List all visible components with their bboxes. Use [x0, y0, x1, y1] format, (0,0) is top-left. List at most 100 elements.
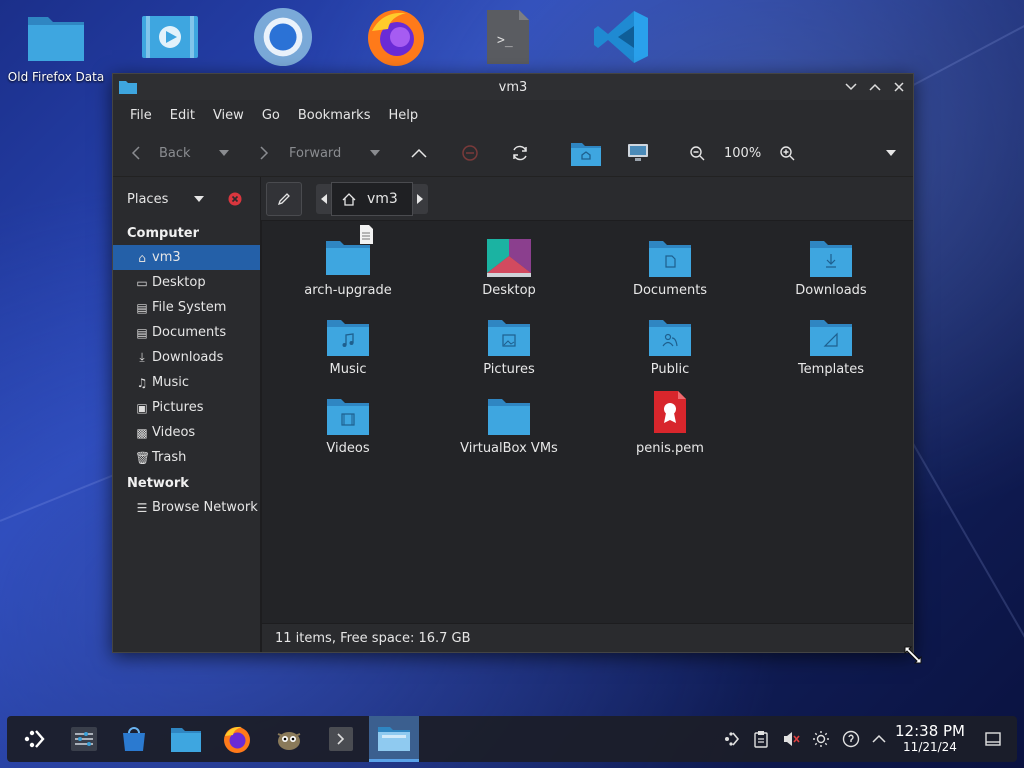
file-item-arch-upgrade[interactable]: arch-upgrade: [278, 225, 418, 298]
home-icon: ⌂: [138, 250, 146, 265]
zoom-in-button[interactable]: [779, 145, 795, 161]
back-history-dropdown[interactable]: [219, 150, 229, 156]
chevron-down-icon: [845, 83, 857, 91]
computer-button[interactable]: [627, 143, 649, 163]
caret-down-icon: [194, 196, 205, 202]
sidebar-item-desktop[interactable]: ▭ Desktop: [113, 270, 260, 295]
taskbar-gimp[interactable]: [266, 716, 312, 762]
back-button[interactable]: Back: [131, 145, 191, 161]
chevron-up-icon: [869, 83, 881, 91]
file-item-videos[interactable]: Videos: [278, 389, 418, 456]
sidebar-item-file-system[interactable]: ▤ File System: [113, 295, 260, 320]
file-item-public[interactable]: Public: [600, 310, 740, 377]
sidebar-item-pictures[interactable]: ▣ Pictures: [113, 395, 260, 420]
tray-clipboard[interactable]: [747, 716, 775, 762]
menu-help[interactable]: Help: [379, 108, 427, 123]
app-launcher-icon: [24, 730, 45, 748]
network-icon: ☰: [136, 500, 148, 515]
file-view[interactable]: arch-upgrade Desktop Documents Downloads: [262, 220, 913, 624]
home-folder-icon: [571, 143, 601, 166]
status-bar: 11 items, Free space: 16.7 GB: [262, 623, 913, 652]
sidebar-item-videos[interactable]: ▩ Videos: [113, 420, 260, 445]
forward-label: Forward: [289, 145, 342, 161]
desktop-icon-firefox[interactable]: [346, 6, 446, 68]
menu-edit[interactable]: Edit: [161, 108, 204, 123]
sidebar-item-browse-network[interactable]: ☰ Browse Network: [113, 495, 260, 520]
clock-date: 11/21/24: [903, 740, 957, 754]
edit-path-button[interactable]: [266, 182, 302, 216]
file-item-penis-pem[interactable]: penis.pem: [600, 389, 740, 456]
maximize-button[interactable]: [865, 77, 885, 97]
taskbar-files[interactable]: [163, 716, 209, 762]
menu-file[interactable]: File: [121, 108, 161, 123]
desktop-icon: ▭: [136, 275, 148, 290]
tray-volume[interactable]: [777, 716, 805, 762]
breadcrumb-scroll-right[interactable]: [412, 184, 428, 214]
minimize-button[interactable]: [841, 77, 861, 97]
tray-updates[interactable]: [837, 716, 865, 762]
desktop-icon-vscode[interactable]: [571, 6, 671, 68]
digital-clock[interactable]: 12:38 PM 11/21/24: [895, 722, 965, 754]
sidebar-item-trash[interactable]: 🗑 Trash: [113, 445, 260, 470]
breadcrumb-scroll-left[interactable]: [316, 184, 331, 214]
menu-bookmarks[interactable]: Bookmarks: [289, 108, 380, 123]
file-item-music[interactable]: Music: [278, 310, 418, 377]
sidebar-item-vm3[interactable]: ⌂ vm3: [113, 245, 260, 270]
forward-button[interactable]: Forward: [259, 145, 341, 161]
file-item-virtualbox-vms[interactable]: VirtualBox VMs: [439, 389, 579, 456]
desktop-icon-chromium[interactable]: [233, 6, 333, 68]
templates-folder-icon: [761, 310, 901, 356]
tray-brightness[interactable]: [807, 716, 835, 762]
file-item-documents[interactable]: Documents: [600, 231, 740, 298]
close-side-pane-button[interactable]: [228, 192, 242, 206]
taskbar-terminal[interactable]: [318, 716, 364, 762]
desktop-icon-terminal[interactable]: >_: [458, 6, 558, 68]
firefox-icon: [224, 726, 250, 753]
zoom-out-button[interactable]: [689, 145, 705, 161]
taskbar-discover[interactable]: [111, 716, 157, 762]
file-item-pictures[interactable]: Pictures: [439, 310, 579, 377]
desktop-folder-icon: [439, 231, 579, 277]
update-icon: [842, 730, 860, 748]
zoom-out-icon: [690, 146, 705, 161]
toolbar-overflow-menu[interactable]: [886, 150, 896, 156]
video-icon: ▩: [136, 425, 148, 440]
desktop-icon-video[interactable]: [120, 6, 220, 68]
forward-history-dropdown[interactable]: [370, 150, 380, 156]
close-icon: [894, 82, 904, 92]
menu-view[interactable]: View: [204, 108, 253, 123]
app-launcher-button[interactable]: [11, 716, 57, 762]
side-pane-selector[interactable]: Places: [113, 177, 261, 221]
music-icon: ♫: [136, 375, 148, 390]
parent-folder-button[interactable]: [411, 148, 427, 158]
stop-button[interactable]: [461, 144, 479, 162]
document-icon: ▤: [136, 325, 148, 340]
tray-expand-button[interactable]: [865, 716, 893, 762]
show-desktop-button[interactable]: [979, 716, 1007, 762]
desktop-icon-old-firefox-data[interactable]: Old Firefox Data: [6, 6, 106, 84]
sidebar-item-documents[interactable]: ▤ Documents: [113, 320, 260, 345]
trash-icon: 🗑: [135, 450, 151, 465]
chromium-icon: [253, 6, 313, 68]
menu-go[interactable]: Go: [253, 108, 289, 123]
taskbar-file-manager[interactable]: [369, 716, 419, 762]
chevron-left-icon: [131, 146, 140, 160]
close-button[interactable]: [889, 77, 909, 97]
taskbar-settings[interactable]: [61, 716, 107, 762]
discover-icon: [123, 727, 145, 751]
caret-down-icon: [370, 150, 380, 156]
reload-icon: [513, 145, 527, 161]
file-item-desktop[interactable]: Desktop: [439, 231, 579, 298]
tray-kde-connect[interactable]: [717, 716, 745, 762]
sidebar-item-downloads[interactable]: ⤓ Downloads: [113, 345, 260, 370]
sidebar-item-music[interactable]: ♫ Music: [113, 370, 260, 395]
places-sidebar: Computer ⌂ vm3 ▭ Desktop ▤ File System ▤ Doc…: [113, 220, 262, 652]
gimp-icon: [277, 732, 301, 750]
taskbar-firefox[interactable]: [214, 716, 260, 762]
file-item-downloads[interactable]: Downloads: [761, 231, 901, 298]
window-titlebar[interactable]: vm3: [113, 74, 913, 100]
file-item-templates[interactable]: Templates: [761, 310, 901, 377]
reload-button[interactable]: [511, 144, 529, 162]
home-button[interactable]: [571, 140, 601, 166]
breadcrumb[interactable]: vm3: [331, 182, 413, 216]
